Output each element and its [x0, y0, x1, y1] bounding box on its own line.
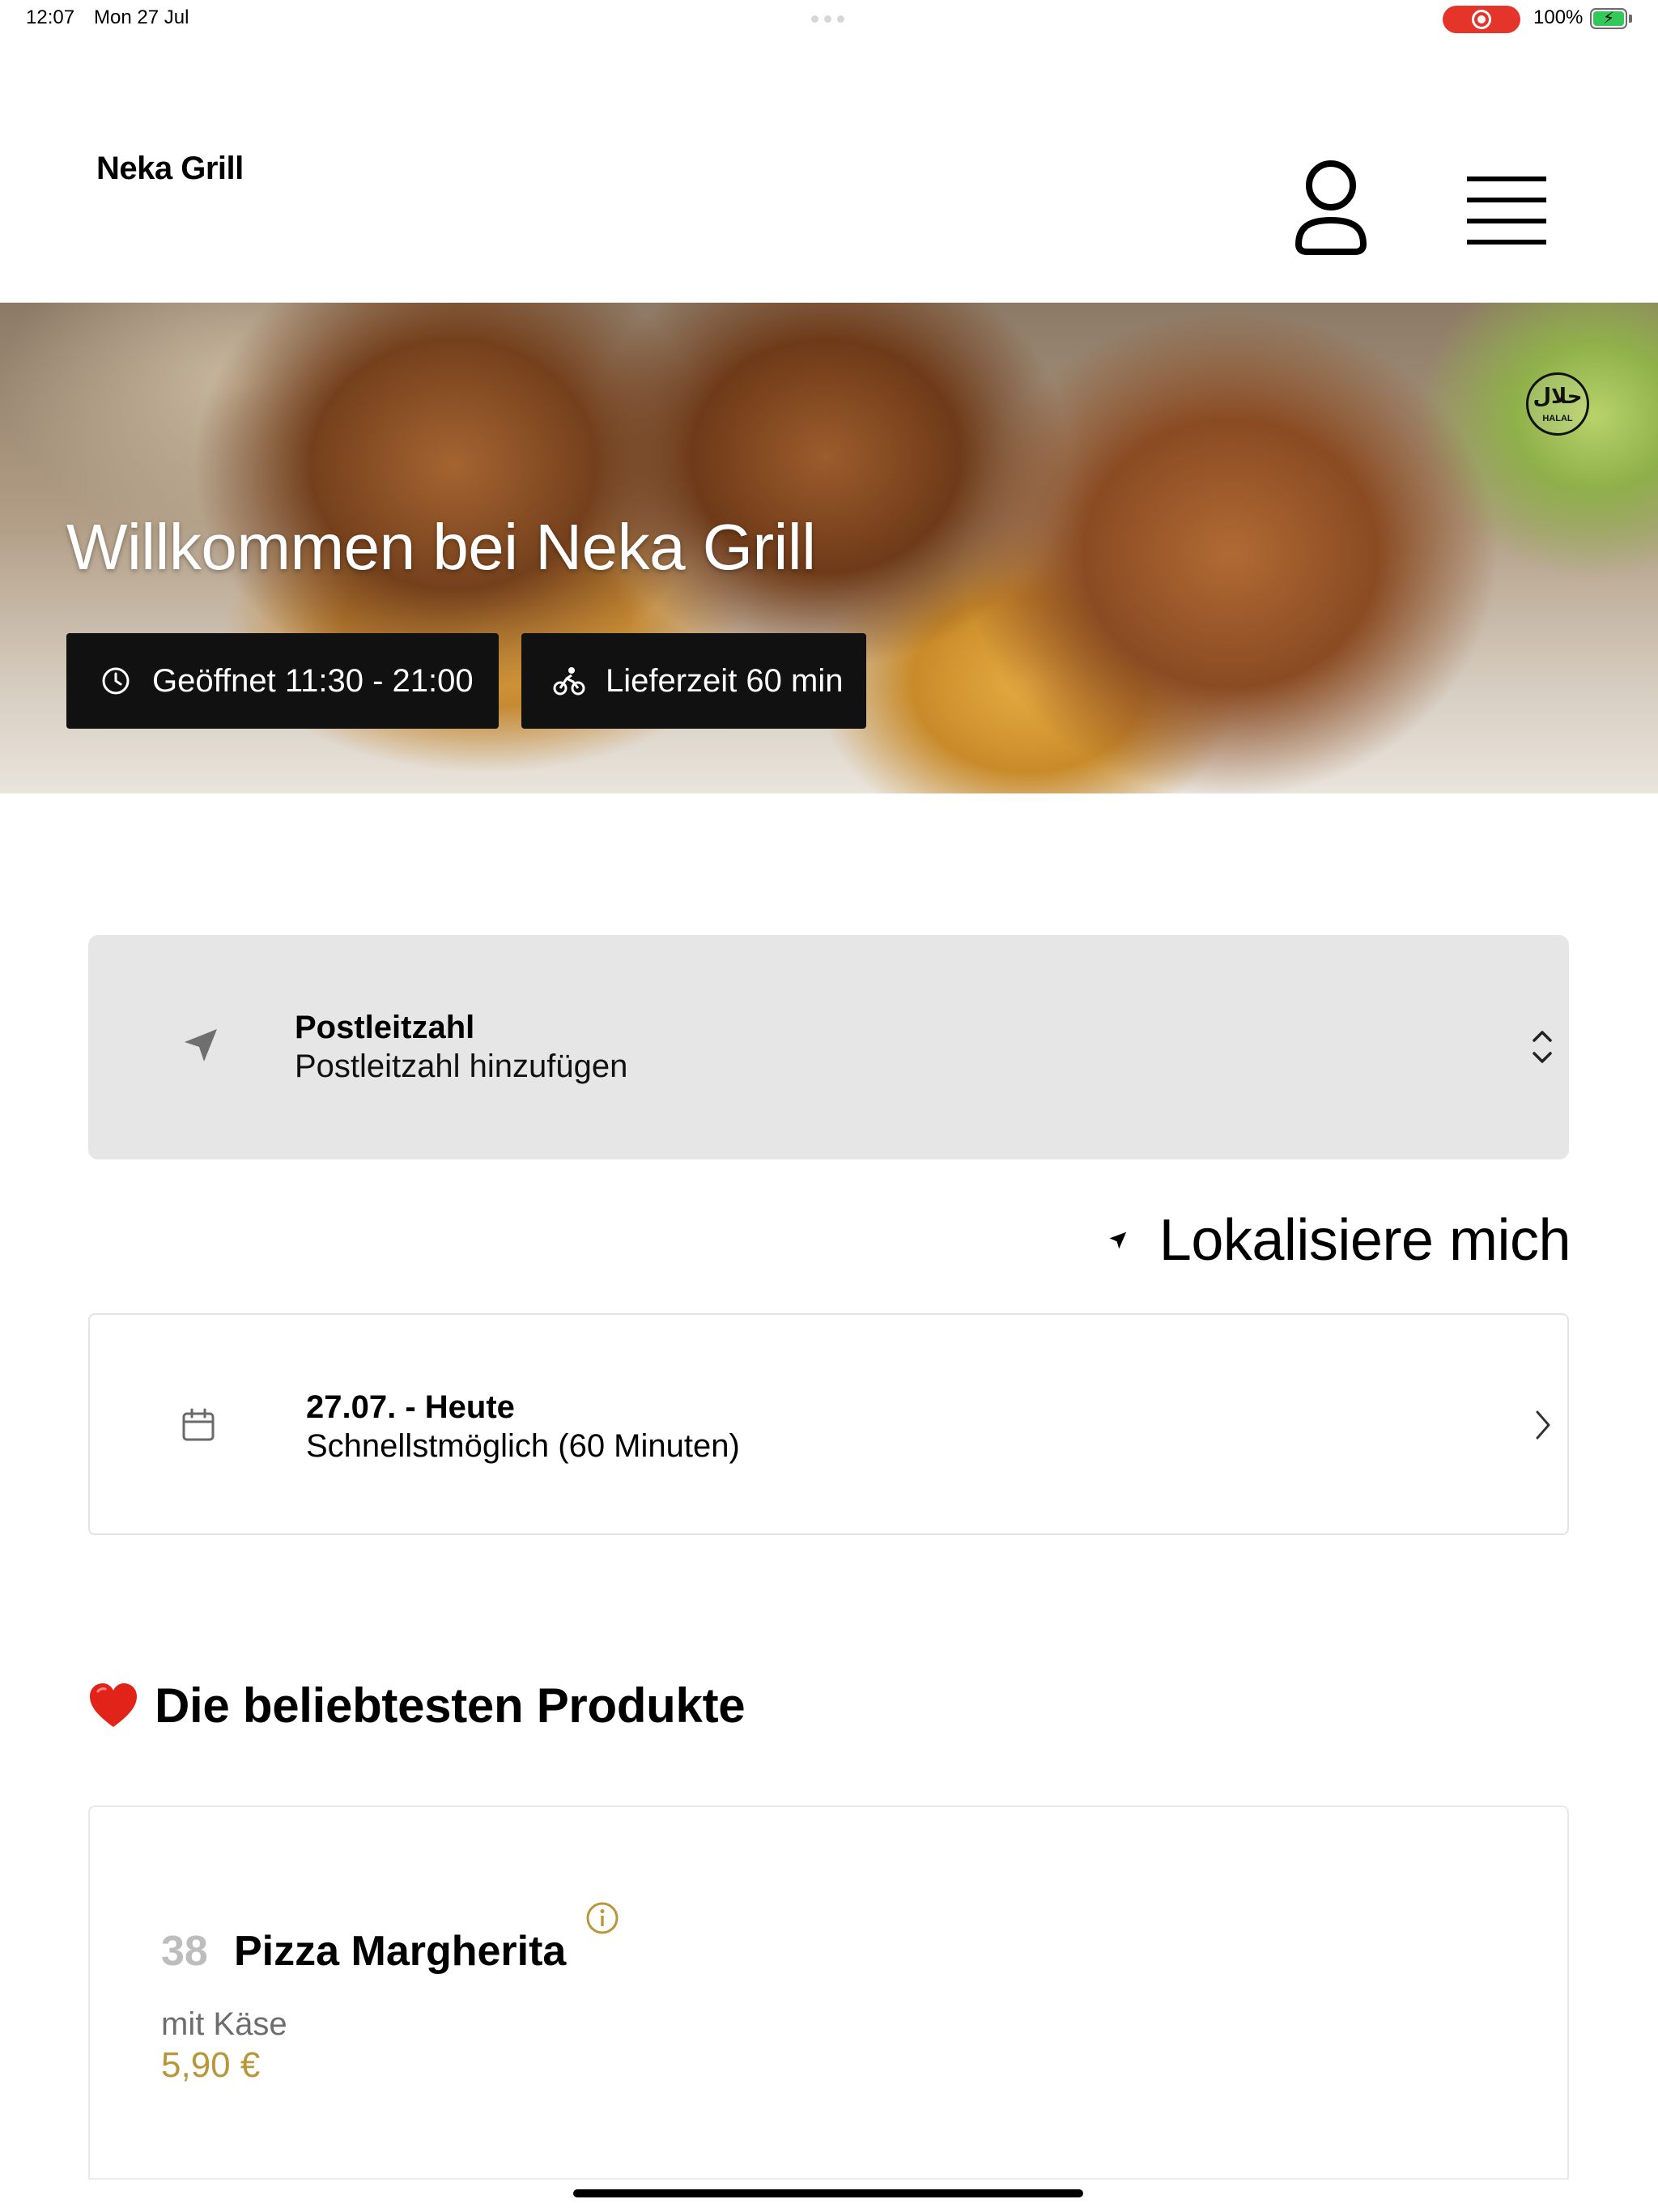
chevron-right-icon	[1536, 1410, 1550, 1440]
battery-icon	[1590, 8, 1627, 29]
brand-logo-text[interactable]: Neka Grill	[96, 151, 244, 187]
location-arrow-icon	[1109, 1231, 1127, 1249]
hero-title: Willkommen bei Neka Grill	[66, 511, 816, 583]
delivery-time-label: Lieferzeit 60 min	[606, 662, 844, 699]
postal-code-value: Postleitzahl hinzufügen	[295, 1049, 628, 1084]
postal-code-selector[interactable]: Postleitzahl Postleitzahl hinzufügen	[88, 935, 1569, 1159]
chevron-up-down-icon	[1533, 1031, 1552, 1063]
user-icon	[1295, 160, 1367, 255]
locate-me-button[interactable]: Lokalisiere mich	[1107, 1202, 1571, 1279]
locate-me-label: Lokalisiere mich	[1158, 1208, 1571, 1273]
heart-icon	[90, 1683, 137, 1727]
status-time: 12:07	[26, 6, 75, 28]
opening-hours-label: Geöffnet 11:30 - 21:00	[152, 662, 474, 699]
delivery-time-chip: Lieferzeit 60 min	[521, 633, 866, 729]
product-card-divider	[88, 2178, 1569, 2180]
product-price: 5,90 €	[161, 2045, 261, 2085]
delivery-date-selector[interactable]: 27.07. - Heute Schnellstmöglich (60 Minu…	[88, 1313, 1569, 1535]
status-date: Mon 27 Jul	[94, 6, 189, 28]
popular-products-title: Die beliebtesten Produkte	[155, 1678, 746, 1733]
battery-cap	[1629, 15, 1632, 23]
bicycle-icon	[553, 667, 585, 696]
location-arrow-icon	[185, 1029, 217, 1061]
screen-recording-indicator[interactable]	[1443, 6, 1520, 33]
multitasking-dots-icon[interactable]	[811, 15, 847, 23]
battery-percent: 100%	[1533, 6, 1584, 28]
account-button[interactable]	[1294, 160, 1368, 256]
delivery-date-label: 27.07. - Heute	[306, 1389, 515, 1425]
clock-icon	[102, 667, 130, 695]
hamburger-menu-icon	[1467, 177, 1546, 245]
info-icon[interactable]	[585, 1901, 619, 1935]
menu-button[interactable]	[1465, 177, 1548, 245]
product-card[interactable]: 38 Pizza Margherita mit Käse 5,90 €	[88, 1806, 1569, 2178]
calendar-icon	[182, 1408, 215, 1441]
delivery-date-value: Schnellstmöglich (60 Minuten)	[306, 1428, 740, 1464]
record-icon	[1472, 10, 1491, 29]
popular-products-heading: Die beliebtesten Produkte	[88, 1673, 746, 1738]
opening-hours-chip: Geöffnet 11:30 - 21:00	[66, 633, 499, 729]
product-description: mit Käse	[161, 2006, 287, 2042]
home-indicator[interactable]	[573, 2189, 1083, 2197]
halal-badge-icon: حلال HALAL	[1526, 372, 1589, 436]
site-header: Neka Grill	[0, 39, 1658, 303]
status-bar: 12:07 Mon 27 Jul 100%	[0, 0, 1658, 39]
postal-code-label: Postleitzahl	[295, 1010, 475, 1045]
product-name: Pizza Margherita	[234, 1928, 567, 1975]
product-number: 38	[161, 1928, 208, 1975]
